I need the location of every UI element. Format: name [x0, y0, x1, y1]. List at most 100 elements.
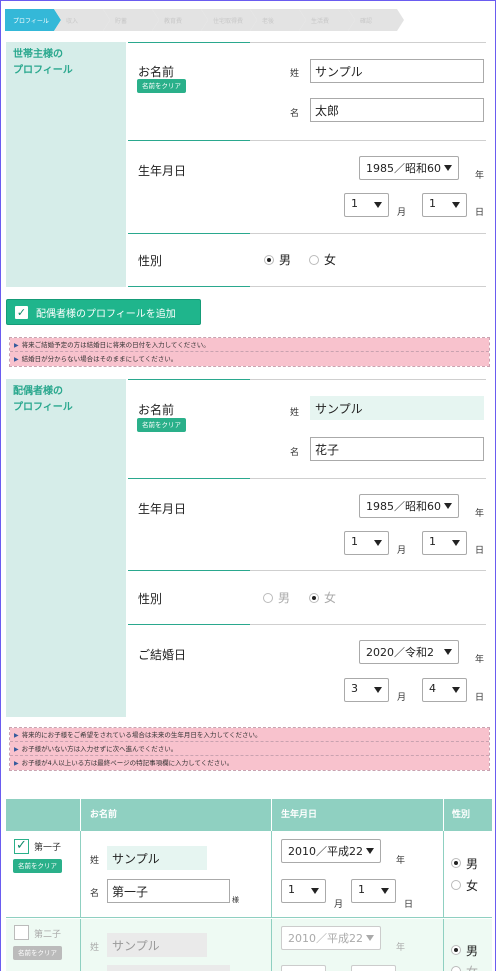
- household-gender-female-radio[interactable]: [309, 255, 319, 265]
- add-spouse-profile-button[interactable]: ✓ 配偶者様のプロフィールを追加: [6, 299, 201, 325]
- household-name-title: お名前: [138, 65, 175, 79]
- honorific-label: 様: [232, 896, 239, 904]
- triangle-right-icon: ▶: [14, 356, 19, 363]
- spouse-gender-title: 性別: [138, 592, 163, 606]
- child1-mei-input[interactable]: 第一子: [107, 879, 230, 903]
- child2-birth-year-select[interactable]: 2010／平成22: [281, 926, 381, 950]
- household-mei-input[interactable]: 太郎: [310, 98, 484, 122]
- step-savings[interactable]: 貯蓄: [103, 9, 159, 31]
- household-sei-input[interactable]: サンプル: [310, 59, 484, 83]
- child1-checkbox[interactable]: ✓: [14, 839, 29, 854]
- header-name: お名前: [90, 810, 118, 820]
- spouse-gender-female-radio[interactable]: [309, 593, 319, 603]
- child1-gender-male-label[interactable]: 男: [466, 855, 478, 872]
- step-living-cost[interactable]: 生活費: [299, 9, 355, 31]
- spouse-gender-male-radio[interactable]: [263, 593, 273, 603]
- household-birth-year-select[interactable]: 1985／昭和60: [359, 156, 459, 180]
- household-birth-day-select[interactable]: 1: [422, 193, 467, 217]
- child2-birth-month-select[interactable]: [281, 965, 326, 971]
- chevron-down-icon: [374, 687, 382, 693]
- step-profile[interactable]: プロフィール: [5, 9, 61, 31]
- unit-month: 月: [397, 693, 407, 703]
- child2-gender-male-label[interactable]: 男: [466, 942, 478, 959]
- divider: [128, 233, 250, 234]
- unit-year: 年: [396, 943, 406, 953]
- child1-gender-male-radio[interactable]: [451, 858, 461, 868]
- child1-gender-female-radio[interactable]: [451, 880, 461, 890]
- spouse-marriage-month-select[interactable]: 3: [344, 678, 389, 702]
- child1-mei-label: 名: [90, 889, 100, 899]
- spouse-label-line2: プロフィール: [13, 402, 73, 413]
- spouse-birth-year-select[interactable]: 1985／昭和60: [359, 494, 459, 518]
- household-gender-male-radio[interactable]: [264, 255, 274, 265]
- household-sei-label: 姓: [290, 69, 300, 79]
- unit-year: 年: [396, 856, 406, 866]
- child2-checkbox[interactable]: [14, 925, 29, 940]
- unit-month: 月: [397, 546, 407, 556]
- unit-year: 年: [475, 171, 485, 181]
- chevron-down-icon: [444, 503, 452, 509]
- step-retirement[interactable]: 老後: [250, 9, 306, 31]
- household-gender-male-label[interactable]: 男: [279, 251, 291, 268]
- spouse-birth-month-select[interactable]: 1: [344, 531, 389, 555]
- chevron-down-icon: [381, 888, 389, 894]
- spouse-sei-label: 姓: [290, 408, 300, 418]
- child2-birth-day-select[interactable]: [351, 965, 396, 971]
- note-item: ▶ お子様が4人以上いる方は最終ページの特記事項欄に入力してください。: [10, 756, 489, 770]
- divider: [128, 140, 250, 141]
- spouse-mei-label: 名: [290, 448, 300, 458]
- step-income[interactable]: 収入: [54, 9, 110, 31]
- child1-birth-day-select[interactable]: 1: [351, 879, 396, 903]
- step-education[interactable]: 教育費: [152, 9, 208, 31]
- child2-mei-input[interactable]: [107, 965, 230, 971]
- chevron-down-icon: [374, 202, 382, 208]
- child1-birth-day-value: 1: [358, 883, 365, 896]
- spouse-birth-day-select[interactable]: 1: [422, 531, 467, 555]
- divider: [443, 919, 444, 971]
- chevron-down-icon: [444, 165, 452, 171]
- child2-sei-input[interactable]: サンプル: [107, 933, 207, 957]
- child2-label: 第二子: [34, 930, 62, 940]
- note-text: 将来的にお子様をご希望をされている場合は未来の生年月日を入力してください。: [21, 731, 262, 739]
- child2-clear-name-button[interactable]: 名前をクリア: [13, 946, 62, 960]
- child1-gender-female-label[interactable]: 女: [466, 877, 478, 894]
- divider: [250, 570, 486, 571]
- divider: [128, 478, 250, 479]
- spouse-sei-input[interactable]: サンプル: [310, 396, 484, 420]
- divider: [443, 831, 444, 918]
- spouse-label-line1: 配偶者様の: [13, 386, 63, 397]
- child2-gender-male-radio[interactable]: [451, 945, 461, 955]
- divider: [443, 799, 444, 831]
- child1-birth-year-select[interactable]: 2010／平成22: [281, 839, 381, 863]
- household-gender-female-label[interactable]: 女: [324, 251, 336, 268]
- spouse-gender-male-label[interactable]: 男: [278, 589, 290, 606]
- spouse-marriage-day-select[interactable]: 4: [422, 678, 467, 702]
- child2-gender-female-label[interactable]: 女: [466, 963, 478, 971]
- child1-birth-year-value: 2010／平成22: [288, 845, 363, 858]
- divider: [250, 140, 486, 141]
- note-item: ▶ 将来的にお子様をご希望をされている場合は未来の生年月日を入力してください。: [10, 728, 489, 742]
- child2-birth-year-value: 2010／平成22: [288, 932, 363, 945]
- household-birth-month-select[interactable]: 1: [344, 193, 389, 217]
- household-clear-name-button[interactable]: 名前をクリア: [137, 79, 186, 93]
- note-text: お子様が4人以上いる方は最終ページの特記事項欄に入力してください。: [21, 759, 234, 767]
- spouse-mei-input[interactable]: 花子: [310, 437, 484, 461]
- add-spouse-label: 配偶者様のプロフィールを追加: [36, 308, 176, 320]
- spouse-marriage-year-select[interactable]: 2020／令和2: [359, 640, 459, 664]
- step-confirm[interactable]: 確認: [348, 9, 404, 31]
- child1-clear-name-button[interactable]: 名前をクリア: [13, 859, 62, 873]
- divider: [250, 624, 486, 625]
- spouse-marriage-title: ご結婚日: [138, 648, 187, 662]
- child2-gender-female-radio[interactable]: [451, 966, 461, 971]
- note-item: ▶ お子様がいない方は入力せずに次へ進んでください。: [10, 742, 489, 756]
- child1-sei-input[interactable]: サンプル: [107, 846, 207, 870]
- child1-birth-month-select[interactable]: 1: [281, 879, 326, 903]
- triangle-right-icon: ▶: [14, 732, 19, 739]
- divider: [250, 379, 486, 380]
- spouse-clear-name-button[interactable]: 名前をクリア: [137, 418, 186, 432]
- divider: [128, 570, 250, 571]
- spouse-gender-female-label[interactable]: 女: [324, 589, 336, 606]
- triangle-right-icon: ▶: [14, 760, 19, 767]
- chevron-down-icon: [452, 687, 460, 693]
- step-housing[interactable]: 住宅取得費: [201, 9, 257, 31]
